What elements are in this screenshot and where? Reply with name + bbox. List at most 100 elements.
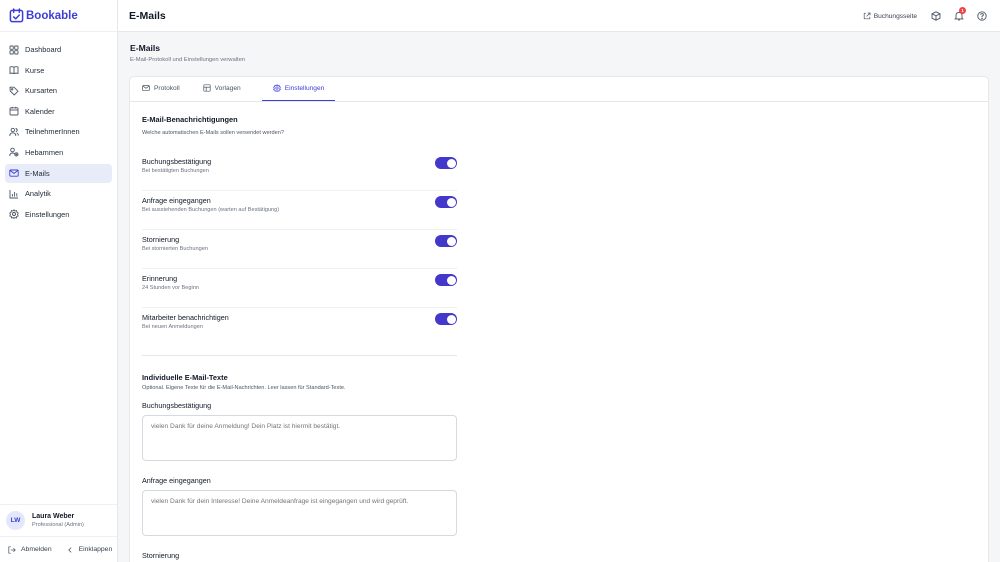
cube-icon[interactable] (931, 11, 941, 21)
section-description: Welche automatischen E-Mails sollen vers… (142, 130, 284, 136)
tag-icon (9, 86, 19, 96)
user-profile[interactable]: LW Laura Weber Professional (Admin) (0, 504, 117, 536)
row-description: Bei ausstehenden Buchungen (warten auf B… (142, 207, 280, 213)
request-received-text-input[interactable] (142, 490, 457, 536)
tab-protokoll[interactable]: Protokoll (140, 76, 191, 101)
row-description: Bei bestätigten Buchungen (142, 168, 209, 174)
row-title: Anfrage eingegangen (142, 196, 211, 205)
notifications-section-header: E-Mail-Benachrichtigungen Welche automat… (142, 115, 457, 136)
mail-icon (9, 168, 19, 178)
sidebar-item-label: Analytik (25, 189, 51, 199)
topbar-title: E-Mails (129, 9, 166, 22)
logout-icon (8, 545, 16, 554)
request-received-toggle[interactable] (435, 196, 457, 208)
row-description: Bei neuen Anmeldungen (142, 324, 203, 330)
sidebar-item-analytik[interactable]: Analytik (5, 184, 112, 203)
section-title: E-Mail-Benachrichtigungen (142, 115, 238, 124)
booking-page-label: Buchungsseite (873, 12, 917, 20)
settings-card: Protokoll Vorlagen Einstellungen E-Mail-… (129, 76, 989, 562)
avatar: LW (6, 511, 25, 530)
sidebar-item-e-mails[interactable]: E-Mails (5, 163, 112, 183)
tab-einstellungen[interactable]: Einstellungen (261, 76, 336, 101)
sidebar-item-teilnehmerinnen[interactable]: TeilnehmerInnen (5, 122, 112, 141)
booking-confirmation-text-input[interactable] (142, 415, 457, 461)
user-name: Laura Weber (32, 513, 75, 520)
notification-row-request-received: Anfrage eingegangen Bei ausstehenden Buc… (142, 191, 457, 230)
sidebar-item-label: Hebammen (25, 147, 64, 157)
calendar-logo-icon (9, 8, 24, 23)
row-description: 24 Stunden vor Beginn (142, 285, 199, 291)
row-title: Stornierung (142, 235, 180, 244)
reminder-toggle[interactable] (435, 274, 457, 286)
booking-confirmation-text-label: Buchungsbestätigung (142, 401, 212, 410)
toggle-knob (446, 275, 456, 285)
toggle-knob (446, 158, 456, 168)
sidebar-item-label: Kursarten (25, 86, 58, 96)
sidebar-item-kursarten[interactable]: Kursarten (5, 81, 112, 100)
tab-label: Protokoll (154, 84, 180, 92)
booking-page-link[interactable]: Buchungsseite (863, 12, 917, 20)
sidebar-item-label: Dashboard (25, 45, 62, 54)
notification-row-booking-confirmation: Buchungsbestätigung Bei bestätigten Buch… (142, 152, 457, 191)
sidebar-item-label: TeilnehmerInnen (25, 127, 80, 137)
logout-label: Abmelden (21, 546, 52, 553)
dashboard-icon (9, 45, 19, 55)
request-received-text-label: Anfrage eingegangen (142, 476, 211, 485)
mail-icon (142, 85, 150, 91)
toggle-knob (446, 236, 456, 246)
notification-row-reminder: Erinnerung 24 Stunden vor Beginn (142, 269, 457, 308)
sidebar-item-hebammen[interactable]: Hebammen (5, 143, 112, 162)
section-divider (142, 355, 457, 356)
sidebar-item-label: E-Mails (25, 168, 50, 178)
section-description: Optional. Eigene Texte für die E-Mail-Na… (142, 385, 346, 391)
logout-button[interactable]: Abmelden (8, 545, 52, 554)
sidebar-item-dashboard[interactable]: Dashboard (5, 40, 112, 59)
help-icon[interactable] (977, 11, 987, 21)
sidebar-item-kalender[interactable]: Kalender (5, 102, 112, 121)
page-title: E-Mails (130, 43, 161, 53)
sidebar-item-label: Kurse (25, 65, 45, 75)
row-description: Bei stornierten Buchungen (142, 246, 208, 252)
tab-vorlagen[interactable]: Vorlagen (201, 76, 252, 101)
users-icon (9, 127, 19, 137)
bell-icon[interactable]: 1 (954, 7, 966, 21)
gear-icon (272, 84, 281, 92)
chevron-left-icon (67, 546, 72, 553)
sidebar-item-kurse[interactable]: Kurse (5, 61, 112, 80)
book-icon (9, 65, 19, 75)
brand[interactable]: Bookable (0, 0, 117, 32)
section-title: Individuelle E-Mail-Texte (142, 373, 228, 382)
sidebar: Bookable Dashboard Kurse Kursarten Kalen… (0, 0, 118, 562)
toggle-knob (446, 197, 456, 207)
calendar-icon (9, 106, 19, 116)
sidebar-footer: Abmelden Einklappen (0, 536, 117, 562)
collapse-button[interactable]: Einklappen (66, 546, 113, 554)
row-title: Mitarbeiter benachrichtigen (142, 313, 229, 322)
settings-icon (9, 209, 19, 220)
sidebar-nav: Dashboard Kurse Kursarten Kalender Teiln… (0, 32, 117, 224)
topbar-actions: Buchungsseite 1 (863, 0, 1000, 32)
tab-label: Vorlagen (214, 84, 241, 92)
sidebar-item-label: Einstellungen (25, 209, 70, 219)
custom-texts-section-header: Individuelle E-Mail-Texte Optional. Eige… (142, 373, 457, 391)
template-icon (203, 84, 211, 92)
brand-name: Bookable (26, 9, 78, 22)
page-subtitle: E-Mail-Protokoll und Einstellungen verwa… (130, 57, 246, 63)
notify-staff-toggle[interactable] (435, 313, 457, 325)
row-title: Erinnerung (142, 274, 178, 283)
external-link-icon (863, 12, 871, 20)
booking-confirmation-toggle[interactable] (435, 157, 457, 169)
chart-icon (9, 189, 19, 199)
notification-row-notify-staff: Mitarbeiter benachrichtigen Bei neuen An… (142, 308, 457, 347)
tab-label: Einstellungen (284, 84, 325, 92)
user-role: Professional (Admin) (32, 522, 84, 528)
page-header: E-Mails E-Mail-Protokoll und Einstellung… (130, 43, 245, 63)
row-title: Buchungsbestätigung (142, 157, 212, 166)
cancellation-toggle[interactable] (435, 235, 457, 247)
tab-bar: Protokoll Vorlagen Einstellungen (130, 77, 988, 102)
sidebar-item-einstellungen[interactable]: Einstellungen (5, 205, 112, 224)
sidebar-item-label: Kalender (25, 106, 55, 116)
notification-badge: 1 (959, 7, 966, 14)
cancellation-text-label: Stornierung (142, 551, 180, 560)
collapse-label: Einklappen (78, 546, 113, 553)
